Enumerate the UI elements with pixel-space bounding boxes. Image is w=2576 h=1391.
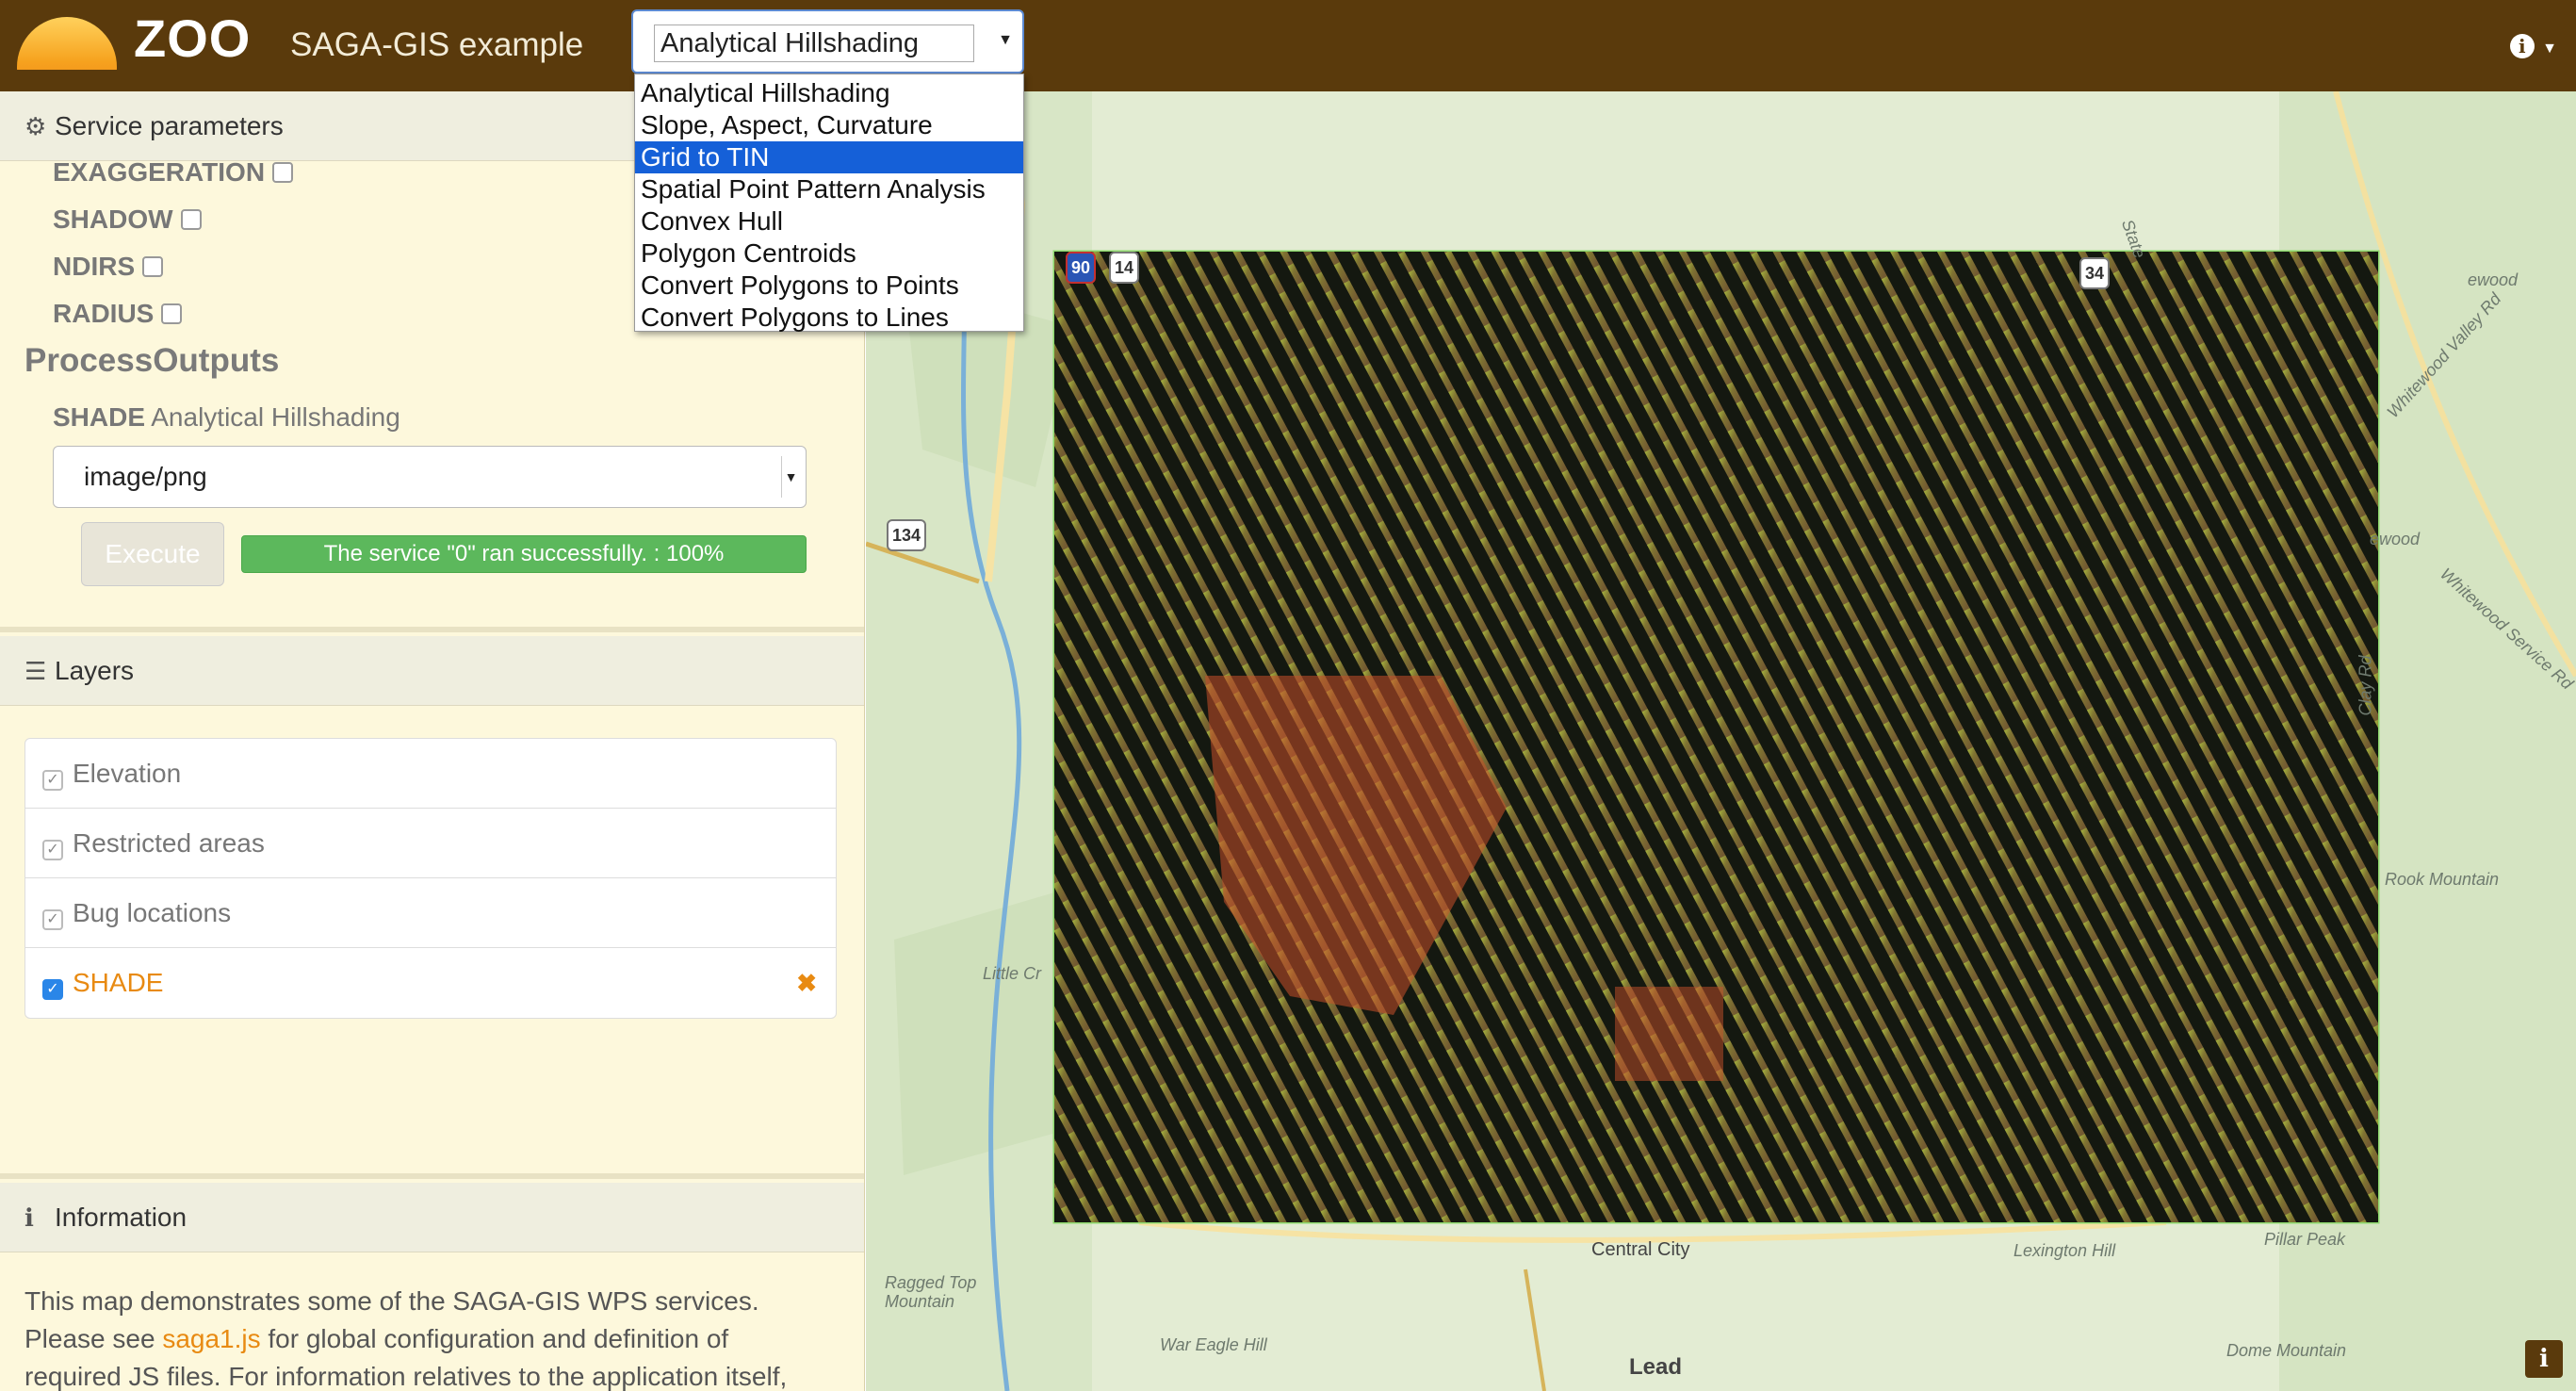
execute-button[interactable]: Execute xyxy=(81,522,224,586)
process-option[interactable]: Analytical Hillshading xyxy=(635,77,1023,109)
radius-checkbox[interactable] xyxy=(161,303,183,324)
top-navbar: ZOO SAGA-GIS example Analytical Hillshad… xyxy=(0,0,2576,91)
map-label: Ragged Top Mountain xyxy=(885,1273,977,1311)
service-params-title: Service parameters xyxy=(55,111,284,140)
brand-name: ZOO xyxy=(134,8,252,68)
list-icon: ☰ xyxy=(24,657,47,685)
layer-item-shade[interactable]: ✓ SHADE ✖ xyxy=(25,948,836,1018)
information-text: This map demonstrates some of the SAGA-G… xyxy=(24,1286,788,1391)
process-option[interactable]: Convert Polygons to Lines xyxy=(635,302,1023,334)
process-option[interactable]: Convex Hull xyxy=(635,205,1023,237)
layer-checkbox[interactable]: ✓ xyxy=(42,840,63,860)
panel-divider xyxy=(0,627,864,632)
mime-type-select[interactable]: image/png ▼ xyxy=(53,446,807,508)
layer-checkbox[interactable]: ✓ xyxy=(42,979,63,1000)
info-icon: i xyxy=(2509,34,2535,58)
interstate-90-shield: 90 xyxy=(1066,252,1097,284)
process-select-value: Analytical Hillshading xyxy=(654,25,974,62)
process-select[interactable]: Analytical Hillshading ▼ xyxy=(631,9,1024,74)
process-option[interactable]: Polygon Centroids xyxy=(635,237,1023,270)
zoo-logo xyxy=(17,17,117,70)
layer-item-elevation[interactable]: ✓ Elevation xyxy=(25,739,836,809)
map-label: ewood xyxy=(2370,530,2421,548)
map-label: Pillar Peak xyxy=(2264,1230,2346,1249)
output-desc: Analytical Hillshading xyxy=(151,402,400,432)
process-option[interactable]: Slope, Aspect, Curvature xyxy=(635,109,1023,141)
route-134-shield: 134 xyxy=(887,519,927,551)
map-view[interactable]: 90 14 34 134 Whitewood Valley Rd Whitewo… xyxy=(866,91,2576,1391)
output-label: SHADE Analytical Hillshading xyxy=(53,402,400,433)
gears-icon: ⚙ xyxy=(24,112,47,140)
layer-item-bug-locations[interactable]: ✓ Bug locations xyxy=(25,878,836,948)
map-basemap xyxy=(866,91,2576,1391)
process-option[interactable]: Convert Polygons to Points xyxy=(635,270,1023,302)
param-radius: RADIUS xyxy=(53,299,183,329)
route-34-shield: 34 xyxy=(2079,257,2111,289)
param-exaggeration: EXAGGERATION xyxy=(53,157,294,188)
map-label: Central City xyxy=(1591,1239,1690,1260)
layers-title: Layers xyxy=(55,656,135,685)
process-dropdown-list: Analytical Hillshading Slope, Aspect, Cu… xyxy=(634,74,1024,332)
map-label: Lexington Hill xyxy=(2014,1241,2116,1260)
process-outputs-title: ProcessOutputs xyxy=(24,342,280,379)
layer-checkbox[interactable]: ✓ xyxy=(42,909,63,930)
map-info-icon[interactable]: i xyxy=(2525,1340,2563,1378)
info-menu-button[interactable]: i ▼ xyxy=(2509,28,2557,60)
chevron-down-icon: ▼ xyxy=(781,456,800,498)
mime-value: image/png xyxy=(84,462,207,491)
process-option[interactable]: Spatial Point Pattern Analysis xyxy=(635,173,1023,205)
ndirs-checkbox[interactable] xyxy=(142,256,164,277)
layer-checkbox[interactable]: ✓ xyxy=(42,770,63,791)
app-title: SAGA-GIS example xyxy=(290,26,584,63)
exaggeration-checkbox[interactable] xyxy=(272,162,294,183)
saga-js-link[interactable]: saga1.js xyxy=(162,1324,260,1353)
information-title: Information xyxy=(55,1203,187,1232)
layer-list: ✓ Elevation ✓ Restricted areas ✓ Bug locati… xyxy=(24,738,837,1019)
remove-layer-icon[interactable]: ✖ xyxy=(796,948,817,1018)
info-circle-icon: ℹ xyxy=(24,1203,34,1232)
shadow-checkbox[interactable] xyxy=(180,209,202,230)
app-root: ZOO SAGA-GIS example Analytical Hillshad… xyxy=(0,0,2576,1391)
chevron-down-icon: ▼ xyxy=(998,32,1013,48)
map-label: ewood xyxy=(2468,270,2519,289)
panel-divider xyxy=(0,1173,864,1179)
map-label: Rook Mountain xyxy=(2385,870,2500,889)
route-14-shield: 14 xyxy=(1109,252,1140,284)
param-ndirs: NDIRS xyxy=(53,252,164,282)
param-shadow: SHADOW xyxy=(53,205,202,235)
map-label: Clay Rd xyxy=(2356,655,2375,716)
map-label: Little Cr xyxy=(983,964,1042,983)
map-label: Lead xyxy=(1629,1354,1683,1380)
map-label: Dome Mountain xyxy=(2226,1341,2347,1360)
information-header[interactable]: ℹ Information xyxy=(0,1183,864,1252)
caret-down-icon: ▼ xyxy=(2542,41,2557,57)
output-id: SHADE xyxy=(53,402,146,432)
layers-header[interactable]: ☰ Layers xyxy=(0,636,864,706)
status-progress-bar: The service "0" ran successfully. : 100% xyxy=(241,535,807,573)
process-option-highlighted[interactable]: Grid to TIN xyxy=(635,141,1023,173)
layer-item-restricted-areas[interactable]: ✓ Restricted areas xyxy=(25,809,836,878)
map-label: War Eagle Hill xyxy=(1160,1335,1267,1354)
